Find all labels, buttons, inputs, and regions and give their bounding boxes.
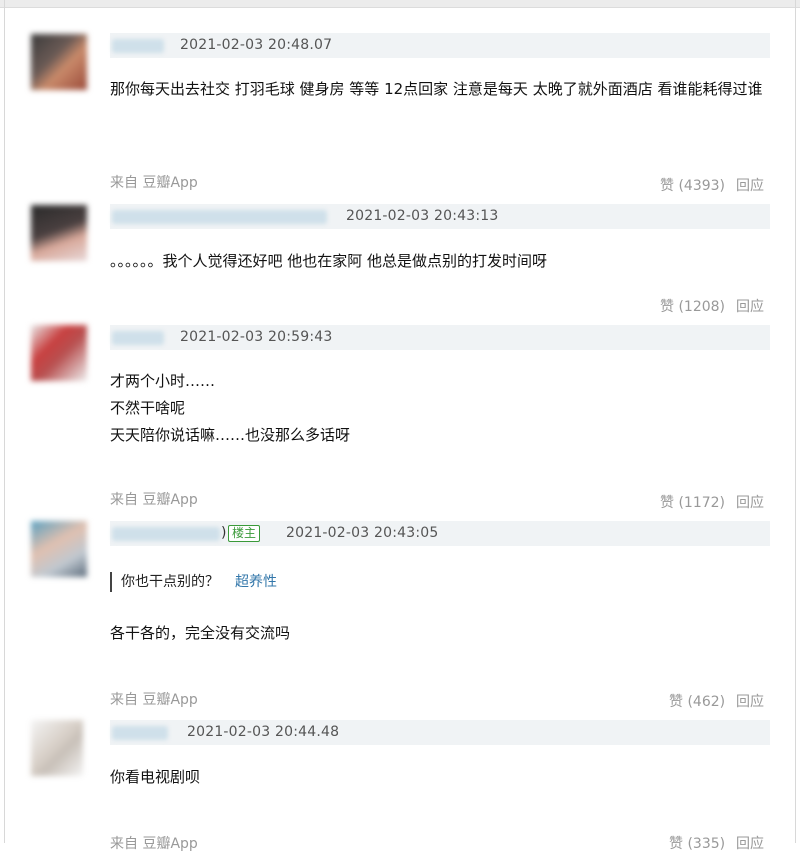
comment-source: 来自 豆瓣App [110, 492, 198, 508]
comment-line: 不然干啥呢 [110, 399, 186, 417]
reply-button[interactable]: 回应 [736, 492, 764, 512]
comment-header: ) 楼主 2021-02-03 20:43:05 [110, 521, 770, 546]
comment-line: 天天陪你说话嘛……也没那么多话呀 [110, 426, 351, 444]
comment-source: 来自 豆瓣App [110, 836, 198, 852]
comment-time: 2021-02-03 20:44.48 [187, 724, 340, 740]
comment-header: 2021-02-03 20:43:13 [110, 204, 770, 229]
comment-source: 来自 豆瓣App [110, 692, 198, 708]
like-button[interactable]: 赞 (462) [669, 691, 725, 711]
username[interactable] [112, 39, 164, 53]
like-button[interactable]: 赞 (335) [669, 833, 725, 853]
avatar[interactable] [31, 325, 87, 381]
comment-time: 2021-02-03 20:48.07 [180, 37, 333, 53]
comment-source: 来自 豆瓣App [110, 175, 198, 191]
comment-header: 2021-02-03 20:44.48 [110, 720, 770, 745]
like-button[interactable]: 赞 (1208) [660, 296, 725, 316]
comment-time: 2021-02-03 20:43:05 [286, 525, 439, 541]
username[interactable] [112, 331, 164, 345]
reply-button[interactable]: 回应 [736, 833, 764, 853]
avatar[interactable] [31, 521, 87, 577]
comment-text: 那你每天出去社交 打羽毛球 健身房 等等 12点回家 注意是每天 太晚了就外面酒… [110, 80, 763, 98]
username[interactable] [112, 726, 168, 740]
reply-button[interactable]: 回应 [736, 296, 764, 316]
comment-header: 2021-02-03 20:48.07 [110, 33, 770, 58]
comment-line: 才两个小时…… [110, 372, 216, 390]
comment-text: 才两个小时…… 不然干啥呢 天天陪你说话嘛……也没那么多话呀 [110, 368, 770, 449]
like-button[interactable]: 赞 (4393) [660, 175, 725, 195]
quoted-reply: 你也干点别的？ 超养性 [110, 572, 277, 592]
quoted-author-link[interactable]: 超养性 [235, 574, 277, 590]
op-badge: 楼主 [228, 525, 261, 542]
comment-text: 各干各的，完全没有交流吗 [110, 624, 291, 642]
comment-text: 你看电视剧呗 [110, 768, 201, 786]
quoted-text: 你也干点别的？ [121, 574, 219, 590]
username[interactable] [112, 210, 327, 224]
reply-button[interactable]: 回应 [736, 175, 764, 195]
username[interactable] [112, 527, 220, 541]
comment-time: 2021-02-03 20:59:43 [180, 329, 333, 345]
avatar[interactable] [31, 720, 83, 776]
avatar[interactable] [31, 205, 87, 261]
reply-button[interactable]: 回应 [736, 691, 764, 711]
avatar[interactable] [31, 34, 87, 90]
comment-time: 2021-02-03 20:43:13 [346, 208, 499, 224]
comment-text: 。。。。。。我个人觉得还好吧 他也在家阿 他总是做点别的打发时间呀 [110, 252, 548, 270]
like-button[interactable]: 赞 (1172) [660, 492, 725, 512]
username-paren: ) [221, 525, 227, 541]
comment-header: 2021-02-03 20:59:43 [110, 325, 770, 350]
